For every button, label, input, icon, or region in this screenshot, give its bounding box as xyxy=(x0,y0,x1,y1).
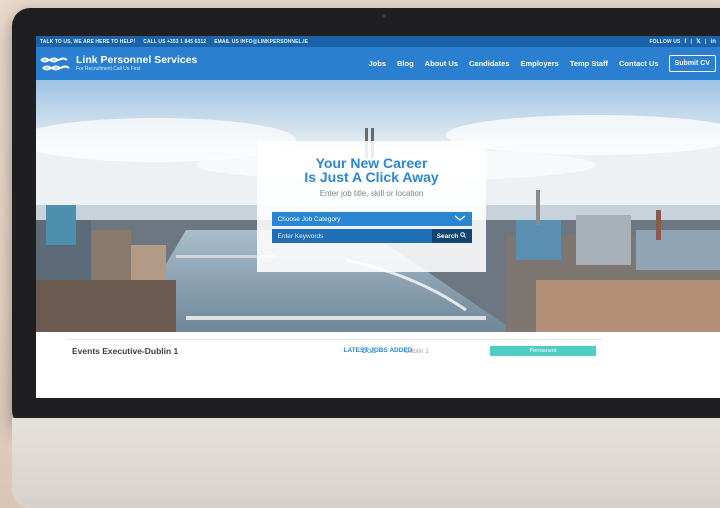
talk-text: TALK TO US, WE ARE HERE TO HELP! xyxy=(40,38,136,45)
monitor-chin xyxy=(12,418,720,508)
job-category-select[interactable]: Choose Job Category xyxy=(271,212,472,226)
divider: | xyxy=(690,38,693,45)
follow-us: FOLLOW US f | 𝕏 | in xyxy=(649,38,717,46)
job-listing-row[interactable]: Events Executive-Dublin 1 DOE Dublin 1 P… xyxy=(66,339,603,362)
job-search-card: Your New Career Is Just A Click Away Ent… xyxy=(257,141,486,272)
camera-dot xyxy=(382,14,386,18)
nav-candidates[interactable]: Candidates xyxy=(469,59,509,68)
twitter-icon[interactable]: 𝕏 xyxy=(696,38,701,45)
submit-cv-button[interactable]: Submit CV xyxy=(668,55,716,72)
job-location: Dublin 1 xyxy=(405,347,429,355)
logo-icon[interactable] xyxy=(40,57,70,71)
search-button-label: Search xyxy=(436,232,459,240)
brand[interactable]: Link Personnel Services For Recruitment … xyxy=(76,55,197,72)
nav-blog[interactable]: Blog xyxy=(397,59,414,68)
hero-title: Your New Career Is Just A Click Away xyxy=(257,156,486,184)
search-icon xyxy=(460,232,467,240)
contact-topbar: TALK TO US, WE ARE HERE TO HELP! CALL US… xyxy=(36,36,720,47)
chevron-down-icon xyxy=(454,215,466,223)
hero-banner: Your New Career Is Just A Click Away Ent… xyxy=(36,80,720,332)
nav-temp-staff[interactable]: Temp Staff xyxy=(570,59,608,68)
phone-link[interactable]: CALL US +353 1 845 6312 xyxy=(143,39,206,45)
facebook-icon[interactable]: f xyxy=(684,39,686,45)
nav-links: Jobs Blog About Us Candidates Employers … xyxy=(357,55,716,72)
keyword-search-row: Enter Keywords Search xyxy=(271,229,472,243)
main-navbar: Link Personnel Services For Recruitment … xyxy=(36,47,720,80)
search-button[interactable]: Search xyxy=(431,229,472,243)
hero-title-line-2: Is Just A Click Away xyxy=(304,169,439,185)
brand-tagline: For Recruitment Call Us First xyxy=(76,65,141,72)
nav-employers[interactable]: Employers xyxy=(520,59,558,68)
hero-title-line-1: Your New Career xyxy=(315,155,428,171)
linkedin-icon[interactable]: in xyxy=(710,39,716,45)
job-title[interactable]: Events Executive-Dublin 1 xyxy=(72,346,362,356)
job-category-label: Choose Job Category xyxy=(277,215,341,223)
nav-jobs[interactable]: Jobs xyxy=(368,59,386,68)
nav-about-us[interactable]: About Us xyxy=(425,59,458,68)
keywords-input[interactable]: Enter Keywords xyxy=(271,229,432,243)
nav-contact-us[interactable]: Contact Us xyxy=(619,59,659,68)
hero-subtitle: Enter job title, skill or location xyxy=(319,189,424,198)
brand-name: Link Personnel Services xyxy=(76,54,198,67)
follow-label: FOLLOW US xyxy=(649,38,681,45)
job-salary: DOE xyxy=(362,347,377,355)
email-link[interactable]: EMAIL US INFO@LINKPERSONNEL.IE xyxy=(214,39,308,45)
keywords-placeholder: Enter Keywords xyxy=(277,232,324,240)
divider: | xyxy=(704,38,707,45)
job-type-badge: Permanent xyxy=(490,346,596,356)
